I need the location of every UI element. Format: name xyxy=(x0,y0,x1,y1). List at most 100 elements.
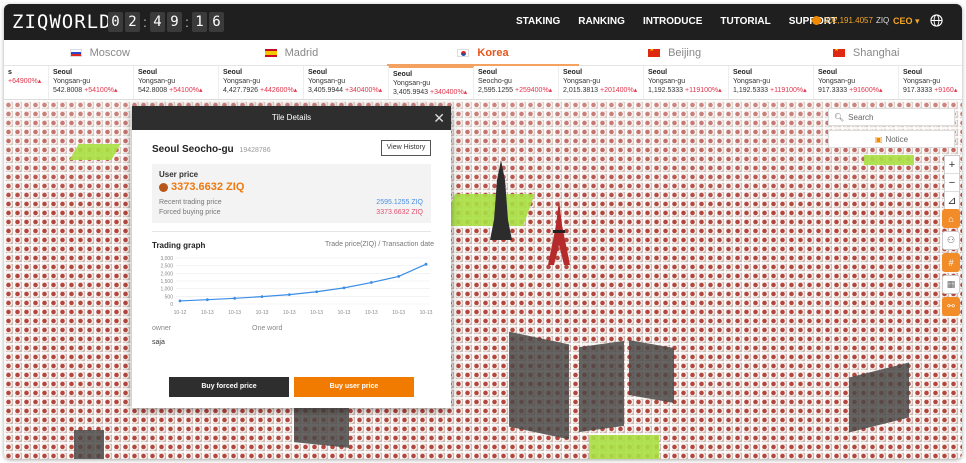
notice-button[interactable]: ▣ Notice xyxy=(828,130,955,148)
ticker-item[interactable]: Seoul Yongsan-gu 2,015.3813 +201400%▴ xyxy=(559,66,644,99)
building-block xyxy=(579,340,624,433)
ticker-item[interactable]: Seoul Yongsan-gu 4,427.7926 +442600%▴ xyxy=(219,66,304,99)
ticker-price: 4,427.7926 xyxy=(223,87,259,94)
data-point[interactable] xyxy=(397,275,401,278)
city-icon[interactable]: ▦ xyxy=(942,275,960,294)
tab-korea[interactable]: Korea xyxy=(387,40,579,66)
tile-details-modal: Tile Details ✕ Seoul Seocho-gu 19428786 … xyxy=(132,106,451,408)
ticker-district: Yongsan-gu xyxy=(818,78,856,85)
data-point[interactable] xyxy=(287,293,291,297)
ticker-item[interactable]: Seoul Yongsan-gu 1,192.5333 +119100%▴ xyxy=(729,66,814,99)
nav-tutorial[interactable]: TUTORIAL xyxy=(720,16,770,27)
arrow-up-icon: ▴ xyxy=(953,87,958,94)
compass-button[interactable]: ⊿ xyxy=(945,192,959,210)
price-ticker: s +64900%▴ Seoul Yongsan-gu 542.8008 +54100… xyxy=(4,66,962,100)
ticker-item[interactable]: Seoul Yongsan-gu 917.3333 +91600%▴ xyxy=(814,66,899,99)
tab-label: Madrid xyxy=(284,46,319,59)
tab-madrid[interactable]: Madrid xyxy=(196,40,388,65)
data-point[interactable] xyxy=(178,299,182,303)
ticker-price-row: 2,015.3813 +201400%▴ xyxy=(563,86,643,95)
clock-digit: 1 xyxy=(192,12,207,32)
clock-digit: 6 xyxy=(209,12,224,32)
caret-down-icon: ▾ xyxy=(915,16,920,26)
ticker-city: Seoul xyxy=(308,69,328,76)
home-icon[interactable]: ⌂ xyxy=(942,209,960,228)
x-tick-label: 10-13 xyxy=(420,310,433,316)
tab-label: Beijing xyxy=(668,46,702,59)
megaphone-icon: ▣ xyxy=(874,134,883,144)
ticker-item[interactable]: Seoul Yongsan-gu 3,405.9943 +340400%▴ xyxy=(389,66,474,99)
x-tick-label: 10-13 xyxy=(283,310,296,316)
data-point[interactable] xyxy=(424,262,428,266)
ticker-city: Seoul xyxy=(478,69,498,76)
buy-forced-price-button[interactable]: Buy forced price xyxy=(169,377,289,397)
ticker-price-row: 542.8008 +54100%▴ xyxy=(53,86,133,95)
ticker-item[interactable]: s +64900%▴ xyxy=(4,66,49,99)
coin-icon xyxy=(812,16,821,25)
china-flag-icon xyxy=(648,48,661,57)
data-point[interactable] xyxy=(205,298,209,302)
ticker-item[interactable]: Seoul Yongsan-gu 3,405.9944 +340400%▴ xyxy=(304,66,389,99)
map-tools: ⌂ ⚇ # ▦ ⚯ xyxy=(942,209,960,316)
nav-introduce[interactable]: INTRODUCE xyxy=(643,16,702,27)
clock-separator: : xyxy=(143,14,147,30)
tab-beijing[interactable]: Beijing xyxy=(579,40,771,65)
ticker-change: +119100% xyxy=(770,87,804,94)
ticker-district: Yongsan-gu xyxy=(733,78,771,85)
data-point[interactable] xyxy=(369,281,373,284)
nav-staking[interactable]: STAKING xyxy=(516,16,560,27)
map-search-input[interactable]: 🔍︎ Search xyxy=(828,108,955,126)
ticker-district: Yongsan-gu xyxy=(223,78,261,85)
arrow-up-icon: ▴ xyxy=(37,78,42,85)
notice-label: Notice xyxy=(885,134,909,144)
ticker-city: Seoul xyxy=(223,69,243,76)
tab-moscow[interactable]: Moscow xyxy=(4,40,196,65)
app-window: ZIQWORLD 0 2 : 4 9 : 1 6 STAKING RANKING… xyxy=(4,4,962,459)
ticker-price-row: 3,405.9943 +340400%▴ xyxy=(393,88,473,97)
data-point[interactable] xyxy=(315,290,319,294)
ticker-price-row: 3,405.9944 +340400%▴ xyxy=(308,86,388,95)
ticker-change: +340400% xyxy=(430,89,464,96)
building-block xyxy=(294,402,349,448)
ticker-city: Seoul xyxy=(818,69,838,76)
arrow-up-icon: ▴ xyxy=(878,87,883,94)
russia-flag-icon xyxy=(69,48,82,57)
buy-user-price-button[interactable]: Buy user price xyxy=(294,377,414,397)
ticker-district: Yongsan-gu xyxy=(563,78,601,85)
grid-icon[interactable]: # xyxy=(942,253,960,272)
ticker-item[interactable]: Seoul Yongsan-gu 542.8008 +54100%▴ xyxy=(134,66,219,99)
clock-digit: 9 xyxy=(167,12,182,32)
ticker-item[interactable]: Seoul Yongsan-gu 542.8008 +54100%▴ xyxy=(49,66,134,99)
arrow-up-icon: ▴ xyxy=(718,87,722,94)
y-tick-label: 2,500 xyxy=(160,264,173,270)
logo[interactable]: ZIQWORLD xyxy=(12,11,112,33)
green-tile-area xyxy=(864,155,914,165)
zoom-in-button[interactable]: + xyxy=(945,156,959,174)
arrow-up-icon: ▴ xyxy=(548,87,553,94)
wallet-balance[interactable]: 202,191.4057 ZIQ xyxy=(812,16,889,25)
globe-icon[interactable] xyxy=(930,14,943,27)
clock-digit: 0 xyxy=(108,12,123,32)
one-word-label: One word xyxy=(252,325,283,332)
ticker-price-row: 917.3333 +91600%▴ xyxy=(818,86,898,95)
ticker-item[interactable]: Seoul Yongsan-gu 1,192.5333 +119100%▴ xyxy=(644,66,729,99)
data-point[interactable] xyxy=(342,286,346,290)
nav-ranking[interactable]: RANKING xyxy=(578,16,625,27)
ticker-item[interactable]: Seoul Yongsan-gu 917.3333 +9160▴ xyxy=(899,66,962,99)
trading-graph: 3,000 2,5002,000 1,500 1,000500 010-12 10-13 1… xyxy=(160,256,433,316)
tab-shanghai[interactable]: Shanghai xyxy=(770,40,962,65)
ticker-price-row: +64900%▴ xyxy=(8,77,48,86)
link-icon[interactable]: ⚯ xyxy=(942,297,960,316)
clock-digit: 4 xyxy=(150,12,165,32)
data-point[interactable] xyxy=(260,295,264,299)
ticker-item[interactable]: Seoul Seocho-gu 2,595.1255 +259400%▴ xyxy=(474,66,559,99)
view-history-button[interactable]: View History xyxy=(381,140,431,156)
user-menu[interactable]: CEO ▾ xyxy=(893,16,920,27)
close-icon[interactable]: ✕ xyxy=(433,106,445,130)
share-icon[interactable]: ⚇ xyxy=(942,231,960,250)
ticker-city: Seoul xyxy=(53,69,73,76)
ticker-district: Yongsan-gu xyxy=(53,78,91,85)
data-point[interactable] xyxy=(233,296,237,300)
zoom-out-button[interactable]: − xyxy=(945,174,959,192)
ticker-change: +201400% xyxy=(600,87,634,94)
